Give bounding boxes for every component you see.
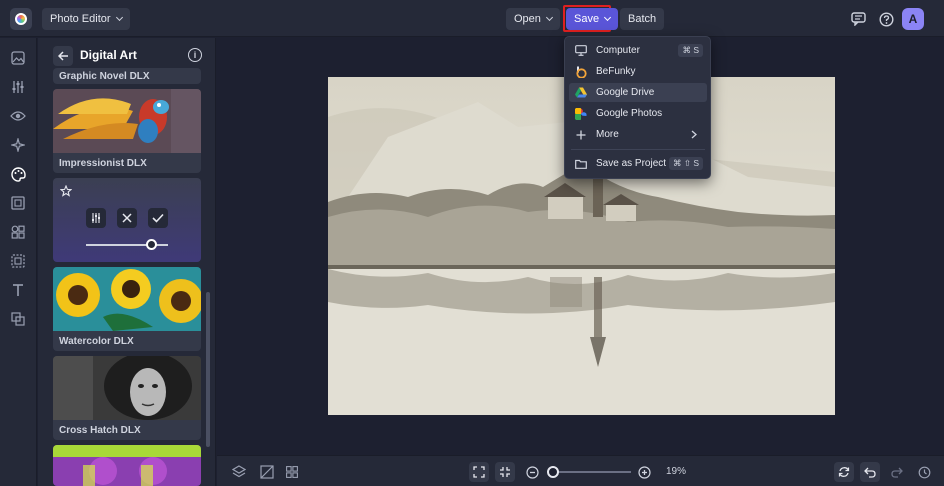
save-menu-item-label: Save as Project — [596, 158, 667, 169]
save-label: Save — [574, 13, 600, 25]
effect-thumbnail — [53, 445, 201, 486]
open-button[interactable]: Open — [506, 8, 560, 30]
save-menu-item-save-as-project[interactable]: Save as Project ⌘ ⇧ S — [569, 154, 707, 173]
effect-card-graphic-novel[interactable]: Graphic Novel DLX — [53, 68, 201, 84]
star-icon[interactable] — [59, 184, 73, 202]
effects-panel: Digital Art i Graphic Novel DLX Impressi… — [38, 38, 216, 486]
effect-card-label: Impressionist DLX — [59, 158, 147, 169]
effect-card-label: Watercolor DLX — [59, 336, 134, 347]
photo-editor-label: Photo Editor — [50, 13, 111, 25]
sliders-icon[interactable] — [9, 78, 27, 96]
top-bar: Photo Editor Open Save Batch A — [0, 0, 944, 37]
open-label: Open — [514, 13, 541, 25]
frame-icon[interactable] — [9, 194, 27, 212]
plus-icon — [575, 129, 587, 141]
save-menu-item-label: Computer — [596, 45, 640, 56]
actual-size-icon[interactable] — [495, 462, 515, 482]
impressionist-thumbnail — [53, 89, 201, 153]
save-menu-item-google-photos[interactable]: Google Photos — [569, 104, 707, 123]
cross-hatch-thumbnail — [53, 356, 201, 420]
chevron-down-icon — [115, 13, 123, 22]
befunky-icon — [575, 66, 587, 78]
save-menu-item-label: More — [596, 129, 619, 140]
effect-card-active[interactable] — [53, 178, 201, 262]
texture-icon[interactable] — [9, 252, 27, 270]
watercolor-thumbnail — [53, 267, 201, 331]
layers-icon[interactable] — [229, 462, 249, 482]
befunky-logo-icon[interactable] — [10, 8, 32, 30]
undo-icon[interactable] — [860, 462, 880, 482]
save-menu: Computer ⌘ S BeFunky Google Drive Google… — [564, 36, 711, 179]
graphics-icon[interactable] — [9, 223, 27, 241]
google-drive-icon — [575, 87, 587, 99]
save-menu-item-more[interactable]: More — [569, 125, 707, 144]
menu-divider — [571, 149, 705, 150]
chevron-right-icon — [691, 130, 697, 142]
history-icon[interactable] — [914, 462, 934, 482]
save-menu-item-label: Google Photos — [596, 108, 663, 119]
avatar[interactable]: A — [902, 8, 924, 30]
help-icon[interactable] — [875, 8, 897, 30]
palette-icon[interactable] — [9, 165, 27, 183]
batch-label: Batch — [628, 13, 657, 25]
panel-scrollbar[interactable] — [206, 292, 210, 447]
cancel-effect-button[interactable] — [117, 208, 137, 228]
effect-card-impressionist[interactable]: Impressionist DLX — [53, 89, 201, 173]
zoom-slider-knob[interactable] — [547, 466, 559, 478]
zoom-out-icon[interactable] — [522, 462, 542, 482]
effect-card-cross-hatch[interactable]: Cross Hatch DLX — [53, 356, 201, 440]
photo-editor-dropdown[interactable]: Photo Editor — [42, 8, 130, 30]
effect-card-next[interactable] — [53, 445, 201, 486]
chevron-down-icon — [545, 13, 553, 22]
apply-effect-button[interactable] — [148, 208, 168, 228]
panel-title: Digital Art — [80, 48, 137, 62]
save-menu-item-label: Google Drive — [596, 87, 655, 98]
shortcut-badge: ⌘ ⇧ S — [668, 157, 703, 170]
eye-icon[interactable] — [9, 107, 27, 125]
info-icon[interactable]: i — [188, 48, 202, 62]
zoom-slider[interactable] — [551, 471, 631, 473]
save-menu-item-google-drive[interactable]: Google Drive — [569, 83, 707, 102]
grid-icon[interactable] — [282, 462, 302, 482]
effect-settings-button[interactable] — [86, 208, 106, 228]
fit-screen-icon[interactable] — [469, 462, 489, 482]
effect-card-label: Graphic Novel DLX — [59, 71, 150, 82]
save-menu-item-befunky[interactable]: BeFunky — [569, 62, 707, 81]
layers-icon[interactable] — [9, 310, 27, 328]
effect-card-label: Cross Hatch DLX — [59, 425, 141, 436]
save-menu-item-label: BeFunky — [596, 66, 636, 77]
text-icon[interactable] — [9, 281, 27, 299]
chevron-down-icon — [604, 13, 612, 22]
zoom-percentage: 19% — [666, 466, 687, 477]
sparkle-icon[interactable] — [9, 136, 27, 154]
save-menu-item-computer[interactable]: Computer ⌘ S — [569, 41, 707, 60]
image-icon[interactable] — [9, 49, 27, 67]
google-photos-icon — [575, 107, 587, 120]
chat-icon[interactable] — [847, 8, 869, 30]
compare-icon[interactable] — [257, 462, 277, 482]
shortcut-badge: ⌘ S — [678, 44, 703, 57]
refresh-icon[interactable] — [834, 462, 854, 482]
effect-amount-knob[interactable] — [146, 239, 158, 250]
batch-button[interactable]: Batch — [620, 8, 665, 30]
save-button[interactable]: Save — [566, 8, 619, 30]
effect-card-watercolor[interactable]: Watercolor DLX — [53, 267, 201, 351]
back-button[interactable] — [53, 46, 73, 66]
zoom-in-icon[interactable] — [634, 462, 654, 482]
monitor-icon — [575, 45, 587, 57]
tool-rail — [0, 38, 37, 486]
folder-icon — [575, 158, 587, 170]
bottom-bar: 19% — [217, 455, 944, 486]
redo-icon — [887, 462, 907, 482]
